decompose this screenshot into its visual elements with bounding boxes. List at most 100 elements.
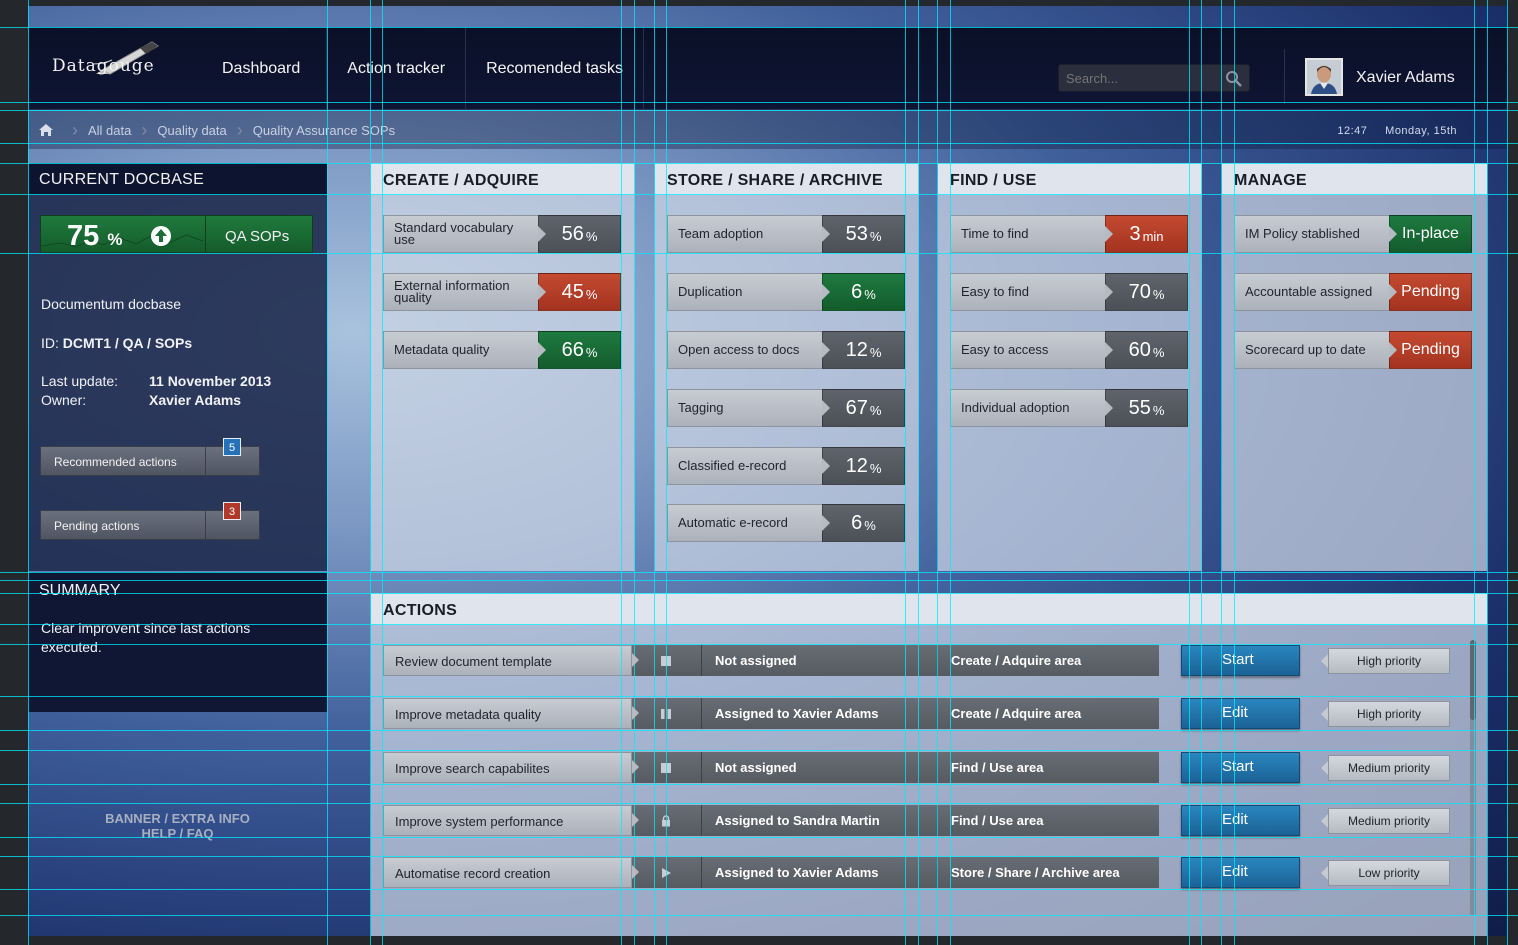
docbase-id: ID: DCMT1 / QA / SOPs: [41, 335, 193, 351]
metric-time-to-find[interactable]: Time to find 3 min: [950, 215, 1188, 253]
stop-icon: [661, 656, 671, 666]
app-frame: Datagouge Dashboard Action tracker Recom…: [28, 6, 1507, 936]
action-state[interactable]: [632, 645, 702, 676]
metric-classified-erecord[interactable]: Classified e-record 12%: [667, 447, 905, 485]
table-row: Automatise record creation Assigned to X…: [383, 857, 1453, 888]
search-box: [1058, 64, 1250, 92]
search-icon[interactable]: [1225, 70, 1243, 88]
table-row: Improve search capabilites Not assigned …: [383, 752, 1453, 783]
action-state[interactable]: [632, 857, 702, 888]
priority-badge: High priority: [1328, 701, 1450, 727]
arrow-up-icon: [151, 226, 171, 246]
nav-recommended-tasks[interactable]: Recomended tasks: [466, 27, 645, 110]
action-area: Store / Share / Archive area: [938, 857, 1159, 888]
column-manage: MANAGE IM Policy stablished In-place Acc…: [1222, 163, 1487, 571]
edit-button[interactable]: Edit: [1181, 698, 1300, 729]
metric-metadata-quality[interactable]: Metadata quality 66%: [383, 331, 621, 369]
panel-title: CURRENT DOCBASE: [28, 163, 327, 195]
metric-easy-to-access[interactable]: Easy to access 60%: [950, 331, 1188, 369]
metric-open-access[interactable]: Open access to docs 12%: [667, 331, 905, 369]
action-area: Find / Use area: [938, 805, 1159, 836]
breadcrumb-all-data[interactable]: All data: [88, 123, 131, 138]
metric-standard-vocabulary[interactable]: Standard vocabulary use 56%: [383, 215, 621, 253]
clock-date: Monday, 15th: [1385, 125, 1457, 137]
action-area: Find / Use area: [938, 752, 1159, 783]
column-store-share-archive: STORE / SHARE / ARCHIVE Team adoption 53…: [655, 163, 919, 571]
guide-line: [1507, 0, 1508, 945]
table-row: Review document template Not assigned Cr…: [383, 645, 1453, 676]
action-state[interactable]: [632, 752, 702, 783]
summary-text: Clear improvent since last actions execu…: [41, 620, 251, 655]
clock: 12:47 Monday, 15th: [1337, 125, 1457, 137]
lock-icon: [662, 815, 670, 827]
column-title: CREATE / ADQUIRE: [371, 163, 635, 195]
current-docbase-panel: CURRENT DOCBASE 75 % QA SOPs Documentum …: [28, 163, 327, 583]
metric-scorecard[interactable]: Scorecard up to date Pending: [1234, 331, 1472, 369]
action-assignee: Not assigned: [702, 645, 938, 676]
actions-title: ACTIONS: [371, 593, 1487, 625]
action-assignee: Not assigned: [702, 752, 938, 783]
metric-team-adoption[interactable]: Team adoption 53%: [667, 215, 905, 253]
breadcrumb-chevron-icon: ›: [141, 119, 148, 140]
edit-button[interactable]: Edit: [1181, 805, 1300, 836]
nav-dashboard[interactable]: Dashboard: [203, 27, 328, 110]
metric-tagging[interactable]: Tagging 67%: [667, 389, 905, 427]
main-nav: Dashboard Action tracker Recomended task…: [203, 27, 645, 110]
table-row: Improve system performance Assigned to S…: [383, 805, 1453, 836]
priority-badge: Medium priority: [1328, 808, 1450, 834]
header-divider: [1284, 49, 1285, 104]
metric-duplication[interactable]: Duplication 6%: [667, 273, 905, 311]
nav-action-tracker[interactable]: Action tracker: [327, 27, 467, 110]
metric-accountable-assigned[interactable]: Accountable assigned Pending: [1234, 273, 1472, 311]
summary-title: SUMMARY: [39, 582, 121, 599]
score-percent: 75 %: [67, 220, 123, 252]
breadcrumb-chevron-icon: ›: [236, 119, 243, 140]
scrollbar-thumb[interactable]: [1470, 640, 1476, 720]
user-portrait-icon: [1307, 60, 1341, 94]
action-state[interactable]: [632, 805, 702, 836]
breadcrumb-qa-sops[interactable]: Quality Assurance SOPs: [253, 123, 395, 138]
actions-scrollbar[interactable]: [1470, 640, 1476, 916]
column-title: STORE / SHARE / ARCHIVE: [655, 163, 919, 195]
breadcrumb-chevron-icon: ›: [72, 119, 78, 140]
action-assignee: Assigned to Xavier Adams: [702, 698, 938, 729]
metric-automatic-erecord[interactable]: Automatic e-record 6%: [667, 504, 905, 542]
column-find-use: FIND / USE Time to find 3 min Easy to fin…: [938, 163, 1202, 571]
column-title: FIND / USE: [938, 163, 1202, 195]
app-logo-text[interactable]: Datagouge: [52, 56, 155, 76]
docbase-owner: Owner: Xavier Adams: [41, 392, 242, 408]
action-task[interactable]: Improve metadata quality: [383, 698, 632, 729]
action-task[interactable]: Improve search capabilites: [383, 752, 632, 783]
metric-individual-adoption[interactable]: Individual adoption 55%: [950, 389, 1188, 427]
metric-external-information[interactable]: External information quality 45%: [383, 273, 621, 311]
action-assignee: Assigned to Sandra Martin: [702, 805, 938, 836]
search-input[interactable]: [1066, 71, 1216, 86]
stop-icon: [661, 763, 671, 773]
action-task[interactable]: Automatise record creation: [383, 857, 632, 888]
banner-extra-info[interactable]: BANNER / EXTRA INFO HELP / FAQ: [28, 811, 327, 841]
action-area: Create / Adquire area: [938, 698, 1159, 729]
home-icon[interactable]: [38, 123, 54, 137]
user-name[interactable]: Xavier Adams: [1356, 69, 1455, 87]
docbase-score: 75 % QA SOPs: [40, 215, 313, 253]
priority-badge: Medium priority: [1328, 755, 1450, 781]
action-task[interactable]: Review document template: [383, 645, 632, 676]
clock-time: 12:47: [1337, 125, 1368, 137]
edit-button[interactable]: Edit: [1181, 857, 1300, 888]
start-button[interactable]: Start: [1181, 645, 1300, 676]
column-title: MANAGE: [1222, 163, 1487, 195]
avatar[interactable]: [1305, 58, 1343, 96]
score-label: QA SOPs: [225, 228, 290, 245]
start-button[interactable]: Start: [1181, 752, 1300, 783]
docbase-last-update: Last update: 11 November 2013: [41, 373, 272, 389]
pending-count-badge: 3: [223, 502, 241, 520]
metric-im-policy[interactable]: IM Policy stablished In-place: [1234, 215, 1472, 253]
priority-badge: High priority: [1328, 648, 1450, 674]
action-task[interactable]: Improve system performance: [383, 805, 632, 836]
column-create-adquire: CREATE / ADQUIRE Standard vocabulary use…: [371, 163, 635, 571]
action-state[interactable]: [632, 698, 702, 729]
breadcrumb-quality-data[interactable]: Quality data: [157, 123, 226, 138]
recommended-count-badge: 5: [223, 438, 241, 456]
score-divider: [205, 216, 206, 252]
metric-easy-to-find[interactable]: Easy to find 70%: [950, 273, 1188, 311]
